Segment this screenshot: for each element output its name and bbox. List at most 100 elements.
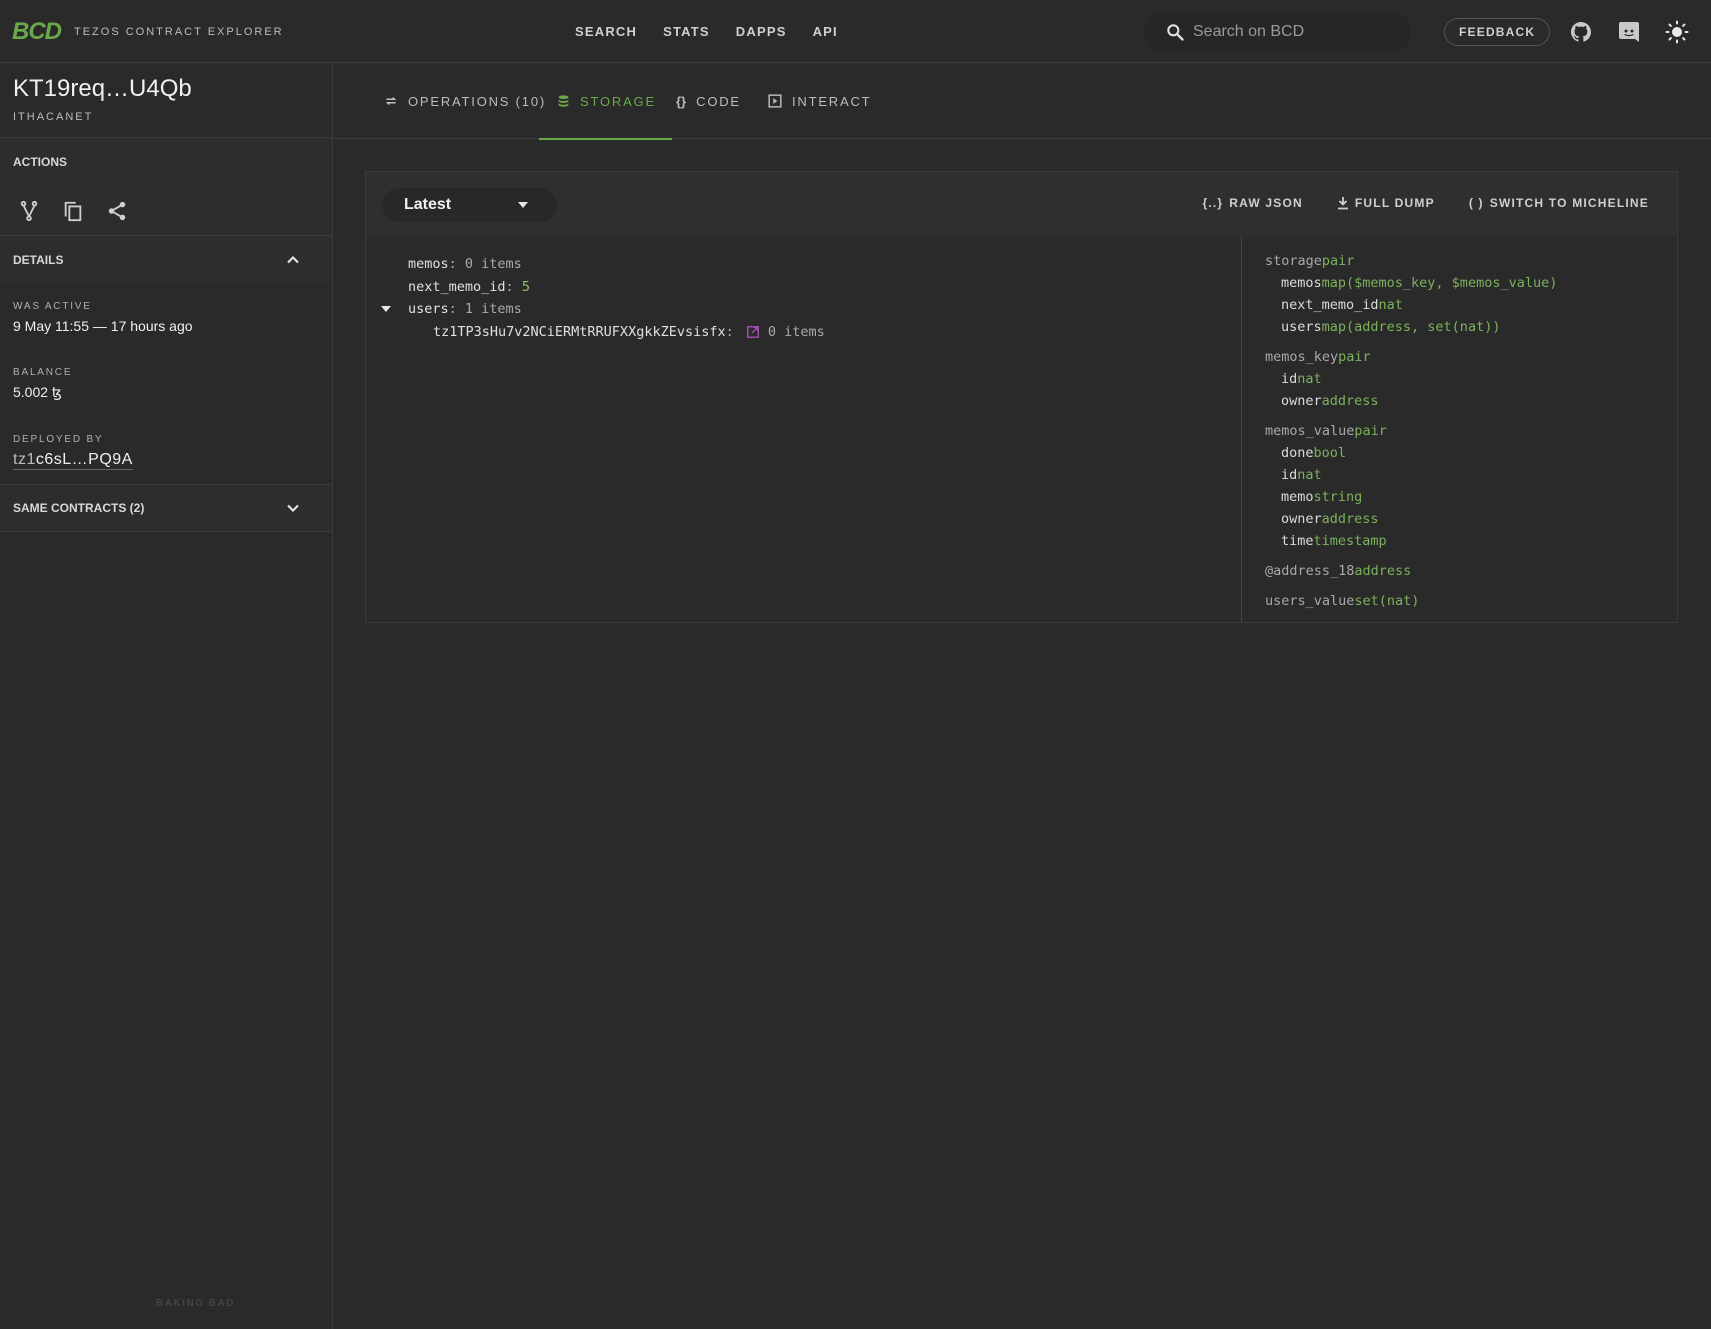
tab-operations-label: OPERATIONS (10) [408, 93, 547, 109]
storage-tree: memos: 0 items next_memo_id: 5 users: 1 … [366, 236, 1241, 622]
schema-field: done bool [1265, 442, 1677, 464]
contract-tabs: OPERATIONS (10) STORAGE {} CODE INTERACT [334, 63, 1711, 140]
balance-value: 5.002 ꜩ [13, 384, 62, 400]
tree-value: 1 items [464, 301, 522, 318]
field-name: memo [1281, 489, 1314, 505]
tree-key: tz1TP3sHu7v2NCiERMtRRUFXXgkkZEvsisfx [433, 323, 726, 340]
schema-gap [1265, 338, 1677, 346]
same-contracts-header[interactable]: SAME CONTRACTS (2) [0, 484, 332, 532]
field-type: nat [1378, 297, 1403, 313]
tree-key: memos [408, 256, 449, 273]
tree-key: next_memo_id [408, 278, 506, 295]
caret-down-icon [518, 202, 528, 208]
was-active-value: 9 May 11:55 — 17 hours ago [13, 318, 193, 334]
schema-field: memos map($memos_key, $memos_value) [1265, 272, 1677, 294]
actions-header: ACTIONS [0, 138, 332, 186]
schema-block-storage: storage pair memos map($memos_key, $memo… [1265, 250, 1677, 338]
deployer-prefix: tz1 [13, 451, 36, 468]
storage-toolbar: Latest {..} RAW JSON FULL DUMP ( ) SWITC… [366, 172, 1677, 236]
field-type: string [1313, 489, 1363, 505]
tab-storage-label: STORAGE [580, 93, 656, 109]
bcd-logo[interactable]: BCD [12, 18, 62, 46]
same-contracts-title: SAME CONTRACTS (2) [13, 501, 145, 515]
network-label: ITHACANET [13, 111, 94, 123]
copy-icon[interactable] [62, 200, 84, 222]
deployer-address[interactable]: tz1c6sL…PQ9A [13, 451, 133, 470]
tree-row[interactable]: users: 1 items [366, 298, 1241, 321]
field-name: memos [1281, 275, 1322, 291]
switch-micheline-button[interactable]: ( ) SWITCH TO MICHELINE [1469, 196, 1649, 210]
chevron-up-icon[interactable] [283, 250, 303, 270]
schema-field: users map(address, set(nat)) [1265, 316, 1677, 338]
raw-json-label: RAW JSON [1229, 196, 1303, 210]
tree-colon: : [448, 301, 465, 318]
actions-row [0, 186, 332, 236]
schema-type: set(nat) [1354, 593, 1420, 609]
chevron-down-icon[interactable] [283, 498, 303, 518]
schema-name: memos_value [1265, 423, 1355, 439]
field-type: address [1321, 393, 1379, 409]
schema-line: memos_value pair [1265, 420, 1677, 442]
field-type: map($memos_key, $memos_value) [1321, 275, 1558, 291]
theme-toggle-icon[interactable] [1665, 20, 1689, 44]
json-icon: {..} [1202, 196, 1224, 210]
nav-search[interactable]: SEARCH [575, 24, 637, 39]
schema-field: owner address [1265, 390, 1677, 412]
contract-address[interactable]: KT19req…U4Qb [13, 75, 319, 103]
deployed-by-wrap: tz1c6sL…PQ9A [13, 451, 319, 470]
full-dump-label: FULL DUMP [1354, 196, 1435, 210]
schema-name: users_value [1265, 593, 1355, 609]
was-active-label: WAS ACTIVE [13, 301, 92, 312]
version-select[interactable]: Latest [382, 188, 557, 222]
swap-arrows-icon [385, 96, 397, 106]
feedback-button[interactable]: FEEDBACK [1444, 18, 1551, 46]
open-external-icon[interactable] [746, 325, 760, 339]
parentheses-icon: ( ) [1468, 196, 1484, 210]
schema-block-memos-key: memos_key pair id nat owner address [1265, 346, 1677, 412]
search-box [1143, 11, 1411, 53]
tree-colon: : [505, 278, 522, 295]
schema-line: storage pair [1265, 250, 1677, 272]
tree-colon: : [725, 323, 742, 340]
search-input[interactable] [1193, 23, 1393, 41]
github-icon[interactable] [1569, 20, 1593, 44]
expand-caret-icon[interactable] [380, 305, 392, 313]
schema-field: next_memo_id nat [1265, 294, 1677, 316]
discord-icon[interactable] [1617, 20, 1641, 44]
tree-key: users [408, 301, 449, 318]
tree-row: tz1TP3sHu7v2NCiERMtRRUFXXgkkZEvsisfx: 0 … [366, 321, 1241, 344]
tree-value: 5 [521, 278, 530, 295]
play-box-icon [768, 94, 782, 108]
field-type: map(address, set(nat)) [1321, 319, 1501, 335]
baking-bad-footer[interactable]: BAKING BAD [156, 1298, 235, 1309]
nav-stats[interactable]: STATS [663, 24, 710, 39]
raw-json-button[interactable]: {..} RAW JSON [1202, 196, 1302, 210]
database-icon [558, 95, 569, 107]
fork-icon[interactable] [18, 200, 40, 222]
tab-code-label: CODE [696, 93, 741, 109]
tab-code[interactable]: {} CODE [676, 63, 741, 139]
schema-type: address [1354, 563, 1412, 579]
tab-interact-label: INTERACT [792, 93, 872, 109]
schema-field: time timestamp [1265, 530, 1677, 552]
schema-line: users_value set(nat) [1265, 590, 1677, 612]
details-title: DETAILS [13, 253, 64, 267]
field-name: next_memo_id [1281, 297, 1379, 313]
tab-operations[interactable]: OPERATIONS (10) [384, 63, 546, 139]
tab-interact[interactable]: INTERACT [768, 63, 871, 139]
nav-dapps[interactable]: DAPPS [736, 24, 787, 39]
storage-actions: {..} RAW JSON FULL DUMP ( ) SWITCH TO MI… [1202, 196, 1649, 210]
share-icon[interactable] [106, 200, 128, 222]
schema-name: @address_18 [1265, 563, 1355, 579]
schema-gap [1265, 552, 1677, 560]
details-section: WAS ACTIVE 9 May 11:55 — 17 hours ago BA… [0, 301, 332, 470]
field-name: done [1281, 445, 1314, 461]
field-type: nat [1297, 371, 1322, 387]
details-header[interactable]: DETAILS [0, 236, 332, 284]
nav-api[interactable]: API [813, 24, 838, 39]
balance-label: BALANCE [13, 367, 73, 378]
schema-field: memo string [1265, 486, 1677, 508]
tab-storage[interactable]: STORAGE [539, 63, 672, 140]
full-dump-button[interactable]: FULL DUMP [1337, 196, 1435, 210]
schema-field: id nat [1265, 368, 1677, 390]
